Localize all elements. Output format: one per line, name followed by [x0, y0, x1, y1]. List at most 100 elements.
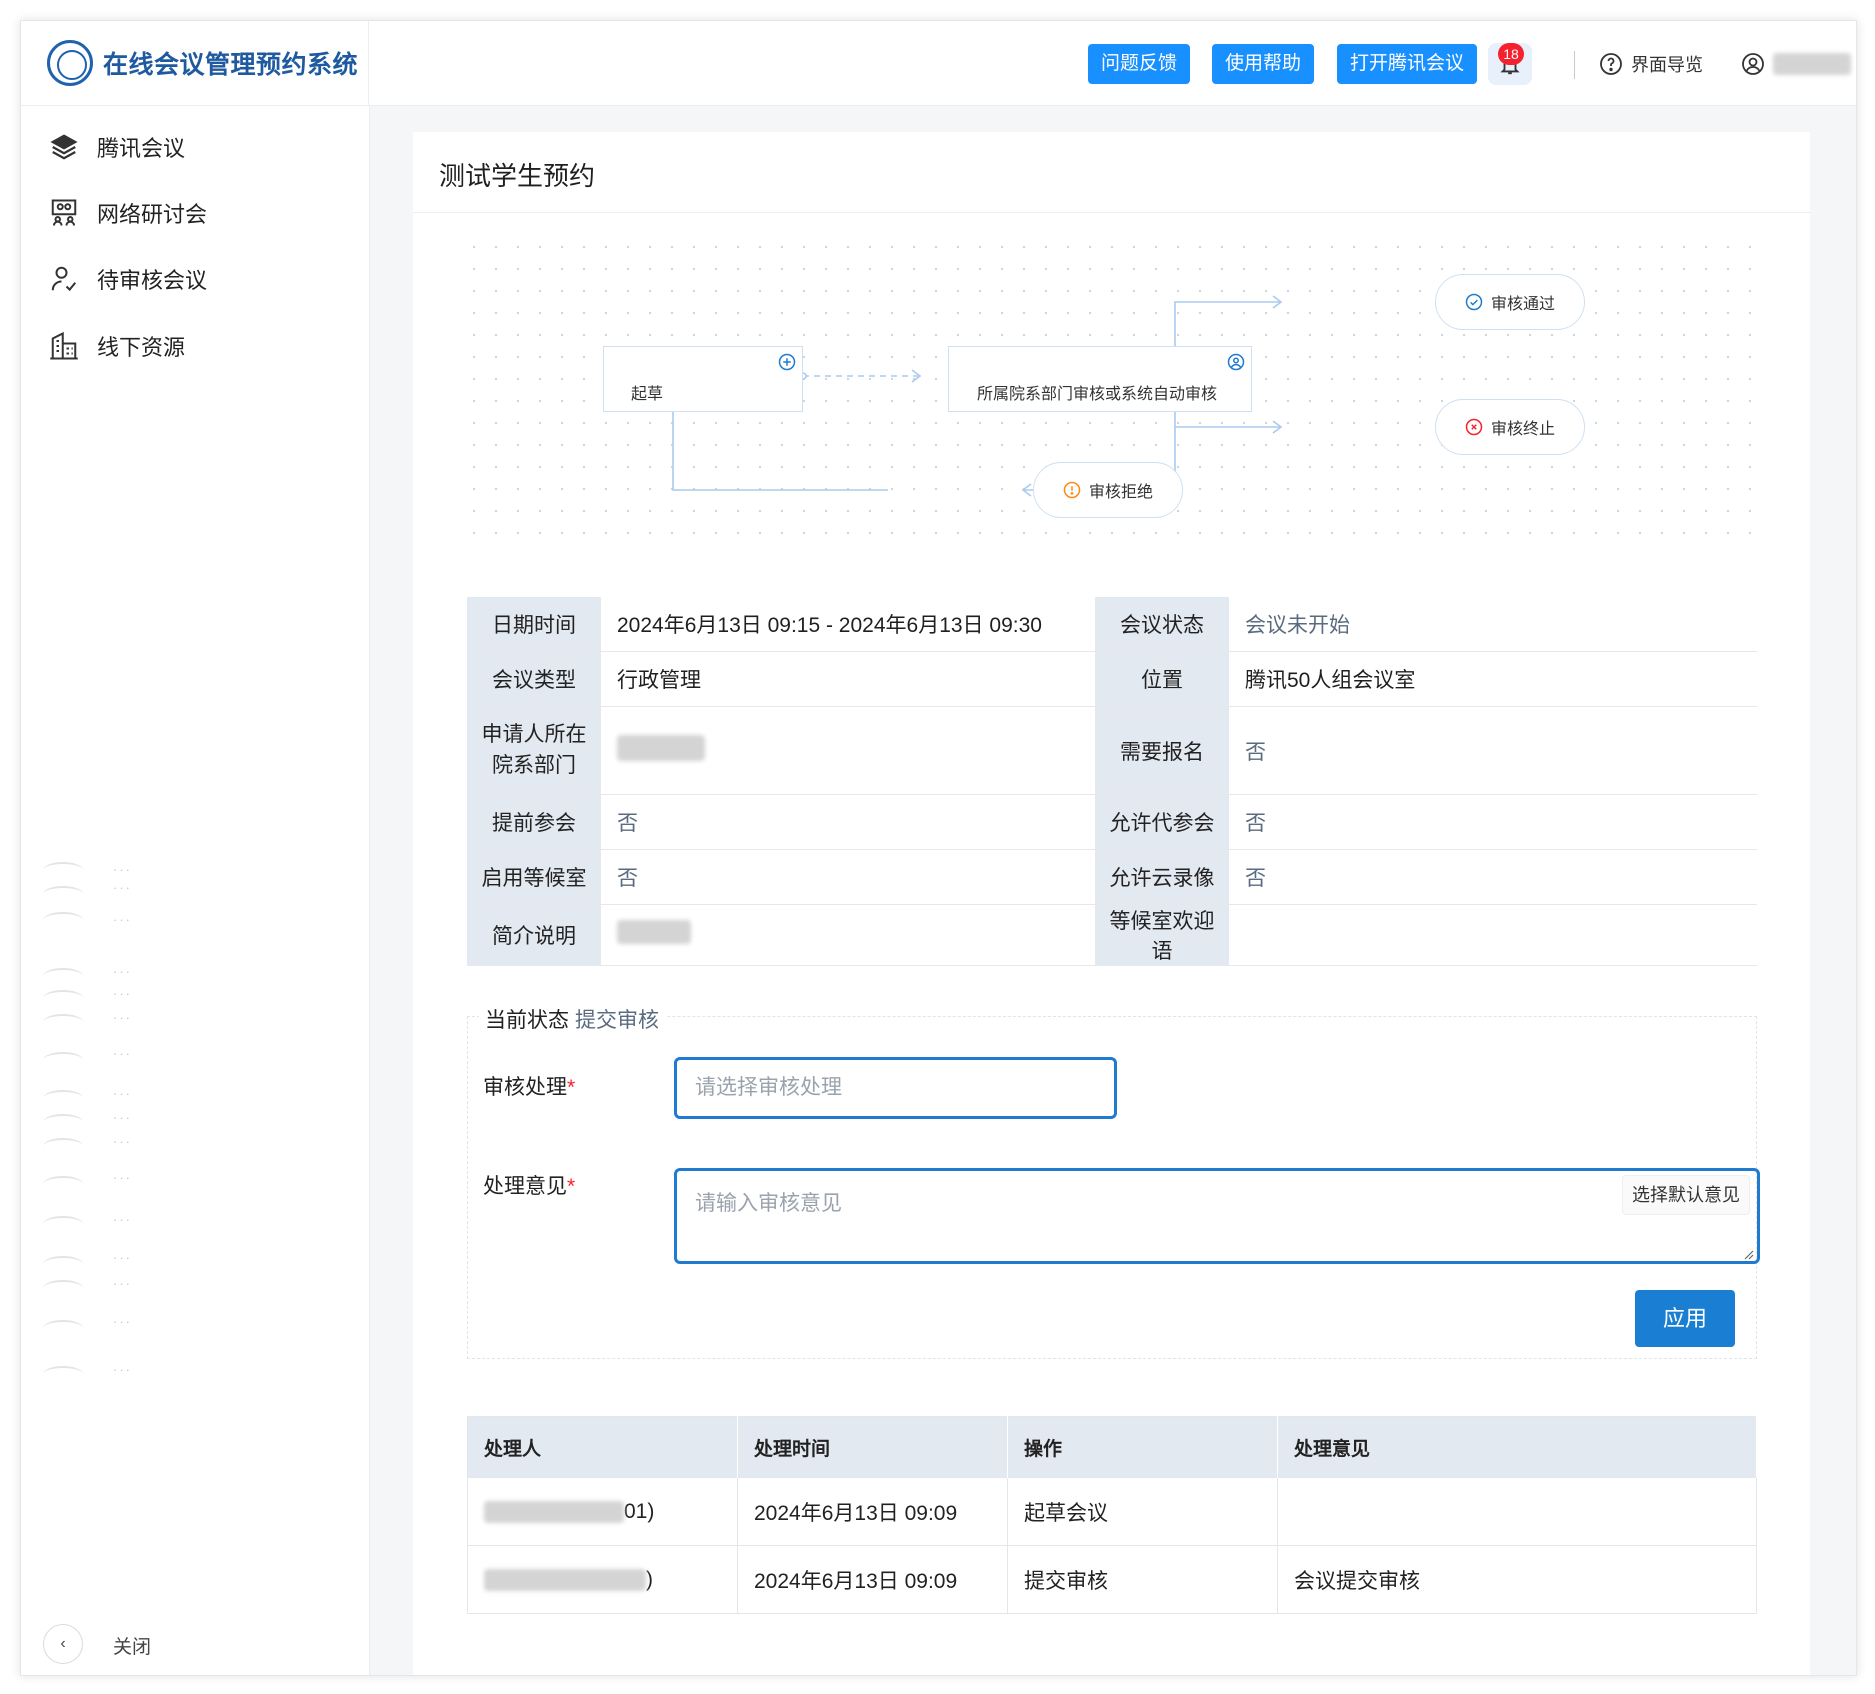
required-mark: *	[567, 1175, 576, 1198]
guide-label: 界面导览	[1631, 55, 1703, 75]
sidebar-item-offline-resources[interactable]: 线下资源	[49, 326, 185, 366]
resize-grip-icon[interactable]	[1742, 1248, 1754, 1260]
redacted-department	[617, 734, 705, 761]
column-header: 处理人	[467, 1416, 738, 1478]
info-value: 否	[601, 849, 1095, 905]
check-circle-icon	[1465, 293, 1483, 311]
opinion-cell: 会议提交审核	[1277, 1545, 1757, 1614]
question-circle-icon	[1600, 53, 1622, 75]
handler-cell: 01)	[467, 1477, 738, 1546]
ghost-row-text: ···	[113, 880, 132, 895]
sidebar-item-pending-review[interactable]: 待审核会议	[49, 259, 207, 299]
ghost-row-text: ···	[113, 1010, 132, 1025]
flow-node-rejected[interactable]: 审核拒绝	[1033, 462, 1183, 518]
open-tencent-meeting-button[interactable]: 打开腾讯会议	[1337, 44, 1478, 84]
layers-icon	[50, 134, 78, 160]
ghost-row-mark	[43, 1014, 83, 1030]
ghost-row-mark	[43, 1052, 83, 1068]
info-label: 等候室欢迎语	[1095, 904, 1229, 966]
flow-node-label: 审核终止	[1490, 421, 1555, 438]
info-value: 否	[1229, 706, 1757, 795]
column-header: 处理意见	[1277, 1416, 1757, 1478]
username-redacted	[1773, 53, 1851, 75]
table-row: 日期时间 2024年6月13日 09:15 - 2024年6月13日 09:30…	[467, 597, 1757, 652]
flow-node-label: 审核拒绝	[1088, 484, 1153, 501]
opinion-cell	[1277, 1477, 1757, 1546]
ghost-row-mark	[43, 1280, 83, 1296]
user-menu[interactable]	[1741, 49, 1851, 79]
ghost-row-text: ···	[113, 1110, 132, 1125]
status-value: 提交审核	[575, 1009, 659, 1032]
ghost-row-text: ···	[113, 912, 132, 927]
ghost-row-mark	[43, 1216, 83, 1232]
ghost-row-text: ···	[113, 964, 132, 979]
interface-guide-link[interactable]: 界面导览	[1599, 49, 1703, 79]
university-seal-icon	[47, 40, 93, 86]
ghost-row-text: ···	[113, 862, 132, 877]
info-value: 否	[1229, 849, 1757, 905]
info-label: 会议类型	[467, 651, 601, 707]
notification-badge: 18	[1498, 43, 1524, 65]
info-value	[1229, 904, 1757, 966]
ghost-row-mark	[43, 1176, 83, 1192]
label-text: 处理意见	[483, 1175, 567, 1198]
table-row: 启用等候室 否 允许云录像 否	[467, 849, 1757, 905]
ghost-row-text: ···	[113, 1314, 132, 1329]
handler-suffix: )	[646, 1567, 653, 1591]
app-window: 在线会议管理预约系统 问题反馈 使用帮助 打开腾讯会议 18 界面导览 腾讯会议…	[20, 20, 1857, 1676]
flow-node-approved[interactable]: 审核通过	[1435, 274, 1585, 330]
apply-button[interactable]: 应用	[1635, 1290, 1735, 1347]
ghost-row-text: ···	[113, 1212, 132, 1227]
ghost-row-text: ···	[113, 986, 132, 1001]
current-status: 当前状态 提交审核	[479, 1004, 665, 1034]
feedback-button[interactable]: 问题反馈	[1088, 44, 1191, 84]
flow-node-label: 审核通过	[1490, 296, 1555, 313]
ghost-row-text: ···	[113, 1134, 132, 1149]
review-opinion-textarea[interactable]: 请输入审核意见	[674, 1168, 1760, 1264]
flow-node-draft[interactable]: 起草	[603, 346, 803, 412]
sidebar-item-webinar[interactable]: 网络研讨会	[49, 193, 207, 233]
meeting-info-table: 日期时间 2024年6月13日 09:15 - 2024年6月13日 09:30…	[467, 597, 1757, 966]
ghost-row-mark	[43, 968, 83, 984]
info-value: 行政管理	[601, 651, 1095, 707]
panel-header: 测试学生预约	[413, 132, 1810, 213]
sidebar-item-label: 网络研讨会	[97, 202, 208, 227]
ghost-row-mark	[43, 1320, 83, 1336]
flow-node-terminated[interactable]: 审核终止	[1435, 399, 1585, 455]
ghost-row-mark	[43, 1090, 83, 1106]
table-row: 会议类型 行政管理 位置 腾讯50人组会议室	[467, 651, 1757, 707]
review-opinion-label: 处理意见*	[483, 1170, 575, 1200]
info-value: 腾讯50人组会议室	[1229, 651, 1757, 707]
required-mark: *	[567, 1076, 576, 1099]
time-cell: 2024年6月13日 09:09	[737, 1477, 1008, 1546]
redacted-handler	[484, 1568, 646, 1591]
table-row: ) 2024年6月13日 09:09 提交审核 会议提交审核	[467, 1545, 1757, 1614]
ghost-row-mark	[43, 1366, 83, 1382]
sidebar-item-label: 线下资源	[97, 335, 186, 360]
ghost-row-mark	[43, 1256, 83, 1272]
close-circle-icon	[1465, 418, 1483, 436]
info-value	[601, 904, 1095, 966]
plus-circle-icon	[778, 353, 796, 371]
select-default-opinion-button[interactable]: 选择默认意见	[1622, 1175, 1750, 1215]
time-cell: 2024年6月13日 09:09	[737, 1545, 1008, 1614]
ghost-row-mark	[43, 912, 83, 928]
table-row: 提前参会 否 允许代参会 否	[467, 794, 1757, 850]
help-button[interactable]: 使用帮助	[1212, 44, 1315, 84]
ghost-row-text: ···	[113, 1086, 132, 1101]
user-check-icon	[51, 266, 77, 292]
ghost-row-mark	[43, 1138, 83, 1154]
flow-node-label: 所属院系部门审核或系统自动审核	[977, 386, 1218, 403]
handler-cell: )	[467, 1545, 738, 1614]
logo-area[interactable]: 在线会议管理预约系统	[21, 21, 369, 105]
collapse-label: 关闭	[113, 1637, 152, 1658]
review-action-select[interactable]: 请选择审核处理	[674, 1057, 1117, 1119]
ghost-row-text: ···	[113, 1170, 132, 1185]
collapse-sidebar-button[interactable]: ‹	[43, 1624, 83, 1664]
building-icon	[50, 331, 78, 360]
info-label: 启用等候室	[467, 849, 601, 905]
page-title: 测试学生预约	[439, 161, 596, 191]
table-row: 01) 2024年6月13日 09:09 起草会议	[467, 1477, 1757, 1546]
sidebar-item-tencent-meeting[interactable]: 腾讯会议	[49, 127, 185, 167]
flow-node-department-review[interactable]: 所属院系部门审核或系统自动审核	[948, 346, 1252, 412]
